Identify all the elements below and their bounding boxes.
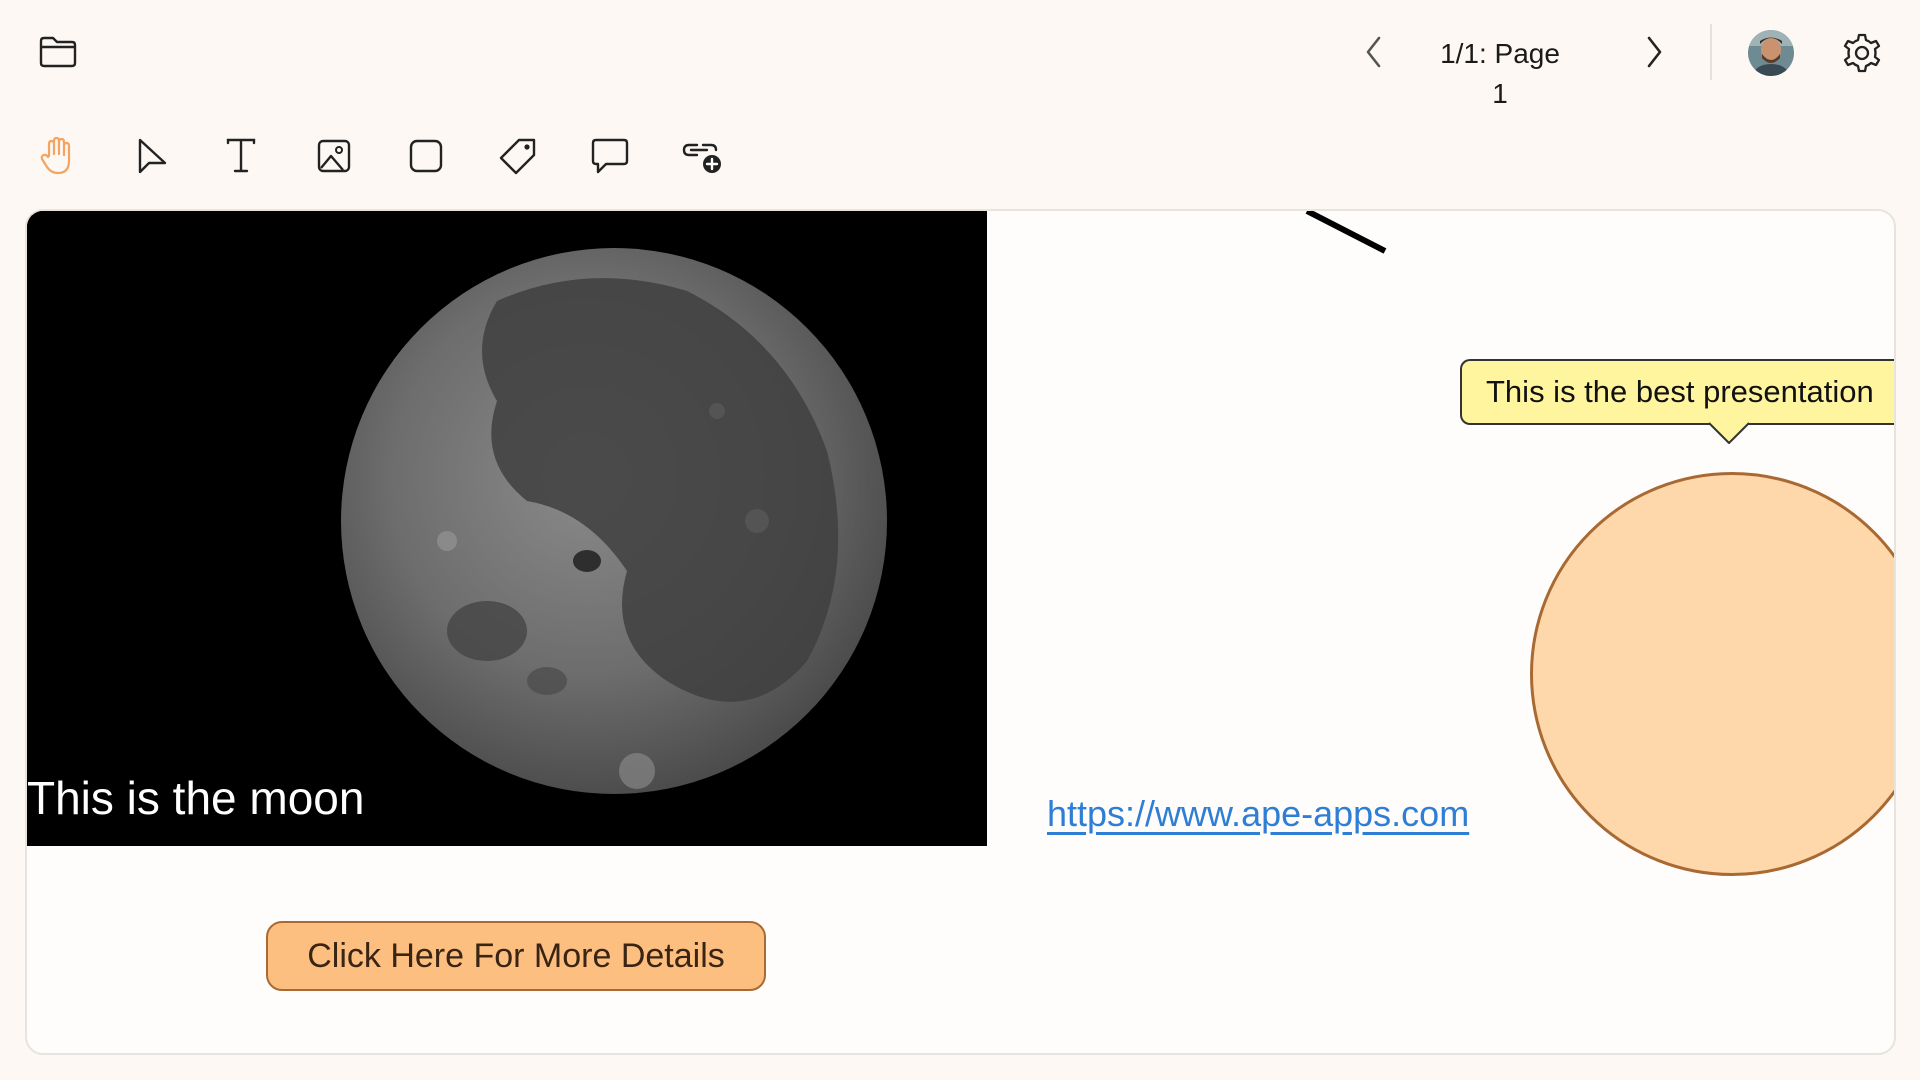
more-details-button[interactable]: Click Here For More Details: [266, 921, 766, 991]
gear-icon[interactable]: [1838, 30, 1886, 76]
callout-tail: [1708, 421, 1750, 444]
square-icon[interactable]: [404, 134, 448, 178]
hand-icon[interactable]: [35, 134, 79, 178]
toolbar-divider: [1710, 24, 1712, 80]
user-avatar[interactable]: [1748, 30, 1794, 76]
pointer-icon[interactable]: [130, 134, 174, 178]
text-icon[interactable]: [219, 134, 263, 178]
circle-shape[interactable]: [1530, 472, 1894, 876]
folder-icon[interactable]: [34, 30, 82, 74]
image-icon[interactable]: [312, 134, 356, 178]
chevron-right-icon[interactable]: [1636, 30, 1672, 74]
speech-bubble-icon[interactable]: [588, 134, 632, 178]
page-indicator[interactable]: 1/1: Page 1: [1430, 34, 1570, 109]
drawn-line[interactable]: [1277, 211, 1397, 261]
website-link[interactable]: https://www.ape-apps.com: [1047, 793, 1469, 835]
link-add-icon[interactable]: [680, 134, 724, 178]
top-bar: 1/1: Page 1: [0, 0, 1920, 109]
chevron-left-icon[interactable]: [1356, 30, 1392, 74]
callout-bubble[interactable]: This is the best presentation: [1460, 359, 1894, 425]
moon-picture: [27, 211, 987, 846]
slide-canvas[interactable]: This is the moon This is the best presen…: [25, 209, 1896, 1055]
moon-image[interactable]: [27, 211, 987, 846]
moon-caption[interactable]: This is the moon: [27, 771, 364, 825]
tag-icon[interactable]: [496, 134, 540, 178]
